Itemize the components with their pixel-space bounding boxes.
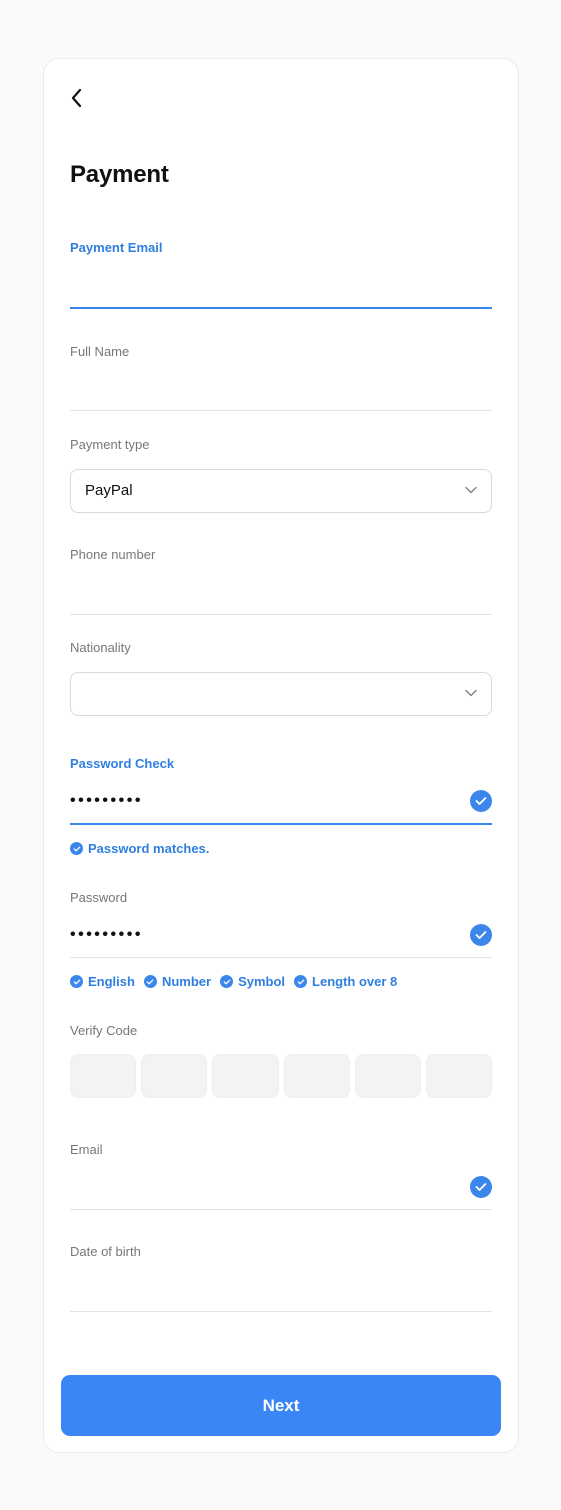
email-label: Email <box>70 1142 103 1157</box>
phone-number-underline <box>70 614 492 615</box>
code-digit-6[interactable] <box>425 1054 493 1098</box>
date-of-birth-input[interactable] <box>70 1277 450 1301</box>
password-label: Password <box>70 890 128 905</box>
check-circle-icon <box>294 975 308 988</box>
check-circle-icon <box>470 790 492 812</box>
verify-code-label: Verify Code <box>70 1023 138 1038</box>
chevron-left-icon <box>71 88 82 108</box>
chevron-down-icon <box>465 486 477 494</box>
payment-email-underline <box>70 307 492 309</box>
password-underline <box>70 957 492 958</box>
check-circle-icon <box>470 924 492 946</box>
check-circle-icon <box>143 975 157 988</box>
payment-type-label: Payment type <box>70 437 150 452</box>
full-name-label: Full Name <box>70 344 130 359</box>
payment-type-select[interactable]: PayPal <box>70 469 492 513</box>
rule-english: English <box>70 974 135 989</box>
next-button[interactable]: Next <box>61 1375 501 1436</box>
rule-number: Number <box>143 974 211 989</box>
check-circle-icon <box>70 975 83 988</box>
password-rules: English Number Symbol Length over 8 <box>70 974 397 989</box>
password-input[interactable]: ••••••••• <box>70 926 143 944</box>
page-title: Payment <box>70 161 169 188</box>
code-digit-2[interactable] <box>141 1054 208 1098</box>
email-input[interactable] <box>70 1176 450 1200</box>
back-button[interactable] <box>70 87 84 109</box>
nationality-label: Nationality <box>70 640 131 655</box>
email-underline <box>70 1209 492 1210</box>
nationality-select[interactable] <box>70 672 492 716</box>
full-name-input[interactable] <box>70 377 450 401</box>
verify-code-boxes <box>70 1054 493 1100</box>
code-digit-5[interactable] <box>354 1054 421 1098</box>
payment-type-value: PayPal <box>85 482 133 499</box>
password-check-label: Password Check <box>70 756 175 771</box>
password-match-hint: Password matches. <box>70 841 209 856</box>
password-check-underline <box>70 823 492 825</box>
date-of-birth-label: Date of birth <box>70 1244 141 1259</box>
password-match-text: Password matches. <box>88 841 210 856</box>
payment-form-card: Payment Payment Email Full Name Payment … <box>43 58 519 1453</box>
password-check-input[interactable]: ••••••••• <box>70 792 143 810</box>
phone-number-input[interactable] <box>70 581 450 605</box>
date-of-birth-underline <box>70 1311 492 1312</box>
code-digit-3[interactable] <box>212 1054 279 1098</box>
check-circle-icon <box>70 842 83 855</box>
payment-email-label: Payment Email <box>70 240 163 255</box>
full-name-underline <box>70 410 492 411</box>
code-digit-4[interactable] <box>283 1054 350 1098</box>
phone-number-label: Phone number <box>70 547 156 562</box>
code-digit-1[interactable] <box>70 1054 137 1098</box>
payment-email-input[interactable] <box>70 273 450 297</box>
rule-symbol: Symbol <box>220 974 285 989</box>
chevron-down-icon <box>465 689 477 697</box>
rule-length: Length over 8 <box>294 974 397 989</box>
check-circle-icon <box>220 975 234 988</box>
check-circle-icon <box>470 1176 492 1198</box>
